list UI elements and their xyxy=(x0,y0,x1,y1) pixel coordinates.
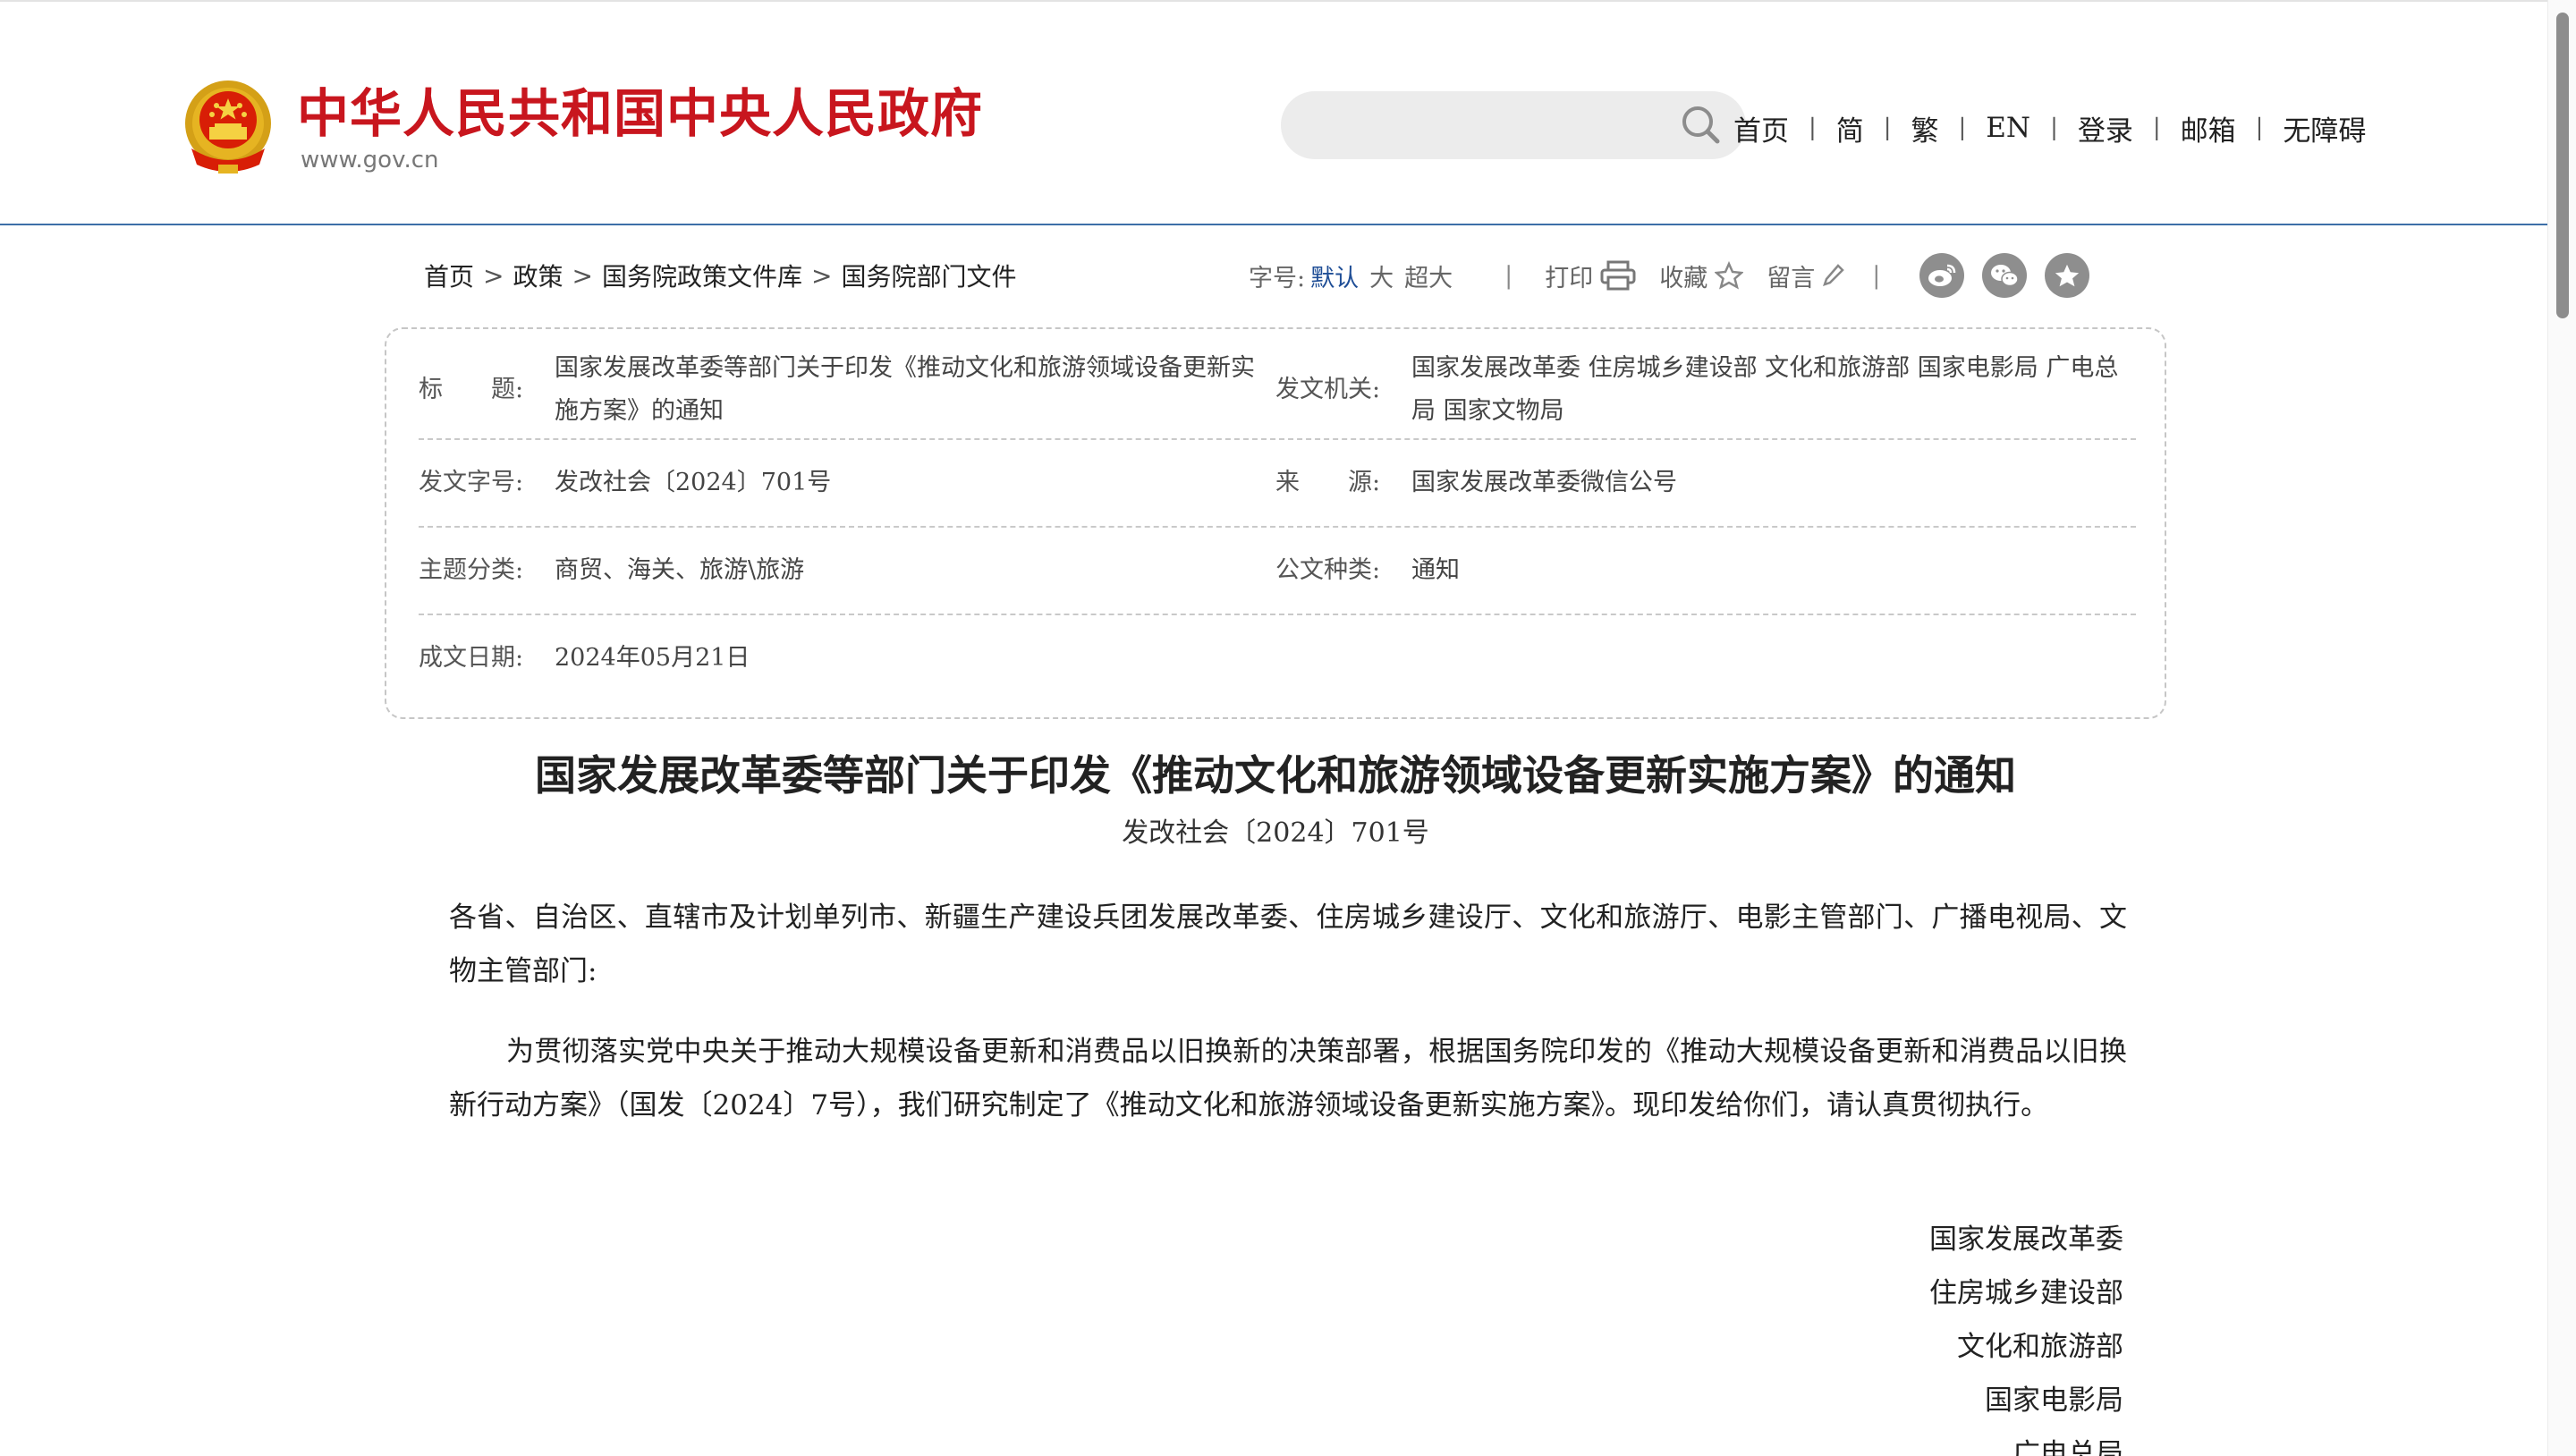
favorite-label: 收藏 xyxy=(1659,264,1708,292)
docno-value: 发改社会〔2024〕701号 xyxy=(555,469,832,496)
nav-separator: | xyxy=(1809,114,1817,141)
wechat-share-button[interactable] xyxy=(1982,253,2028,298)
font-size-xlarge-button[interactable]: 超大 xyxy=(1404,258,1453,293)
weibo-icon xyxy=(1928,264,1956,286)
issuer-label: 发文机关: xyxy=(1275,376,1381,403)
breadcrumb-separator: > xyxy=(572,260,593,291)
nav-english[interactable]: EN xyxy=(1984,112,2032,144)
type-value: 通知 xyxy=(1411,556,1460,584)
type-label: 公文种类: xyxy=(1275,556,1381,584)
nav-login[interactable]: 登录 xyxy=(2076,108,2135,148)
source-label: 来 源: xyxy=(1275,469,1381,496)
info-row-docno-source: 发文字号: 发改社会〔2024〕701号 来 源: 国家发展改革委微信公号 xyxy=(419,440,2136,528)
font-size-default-button[interactable]: 默认 xyxy=(1310,258,1359,293)
scrollbar[interactable] xyxy=(2547,0,2576,1456)
site-header: 中华人民共和国中央人民政府 www.gov.cn 首页 | 简 | 繁 | EN… xyxy=(0,0,2547,225)
article-title: 国家发展改革委等部门关于印发《推动文化和旅游领域设备更新实施方案》的通知 xyxy=(535,751,2016,800)
nav-separator: | xyxy=(2050,114,2058,141)
info-row-date: 成文日期: 2024年05月21日 xyxy=(419,615,2136,703)
national-emblem-icon[interactable] xyxy=(182,79,274,175)
nav-traditional[interactable]: 繁 xyxy=(1910,108,1941,148)
issuer-value: 国家发展改革委 住房城乡建设部 文化和旅游部 国家电影局 广电总局 国家文物局 xyxy=(1411,354,2119,425)
share-buttons xyxy=(1919,253,2107,298)
scrollbar-thumb[interactable] xyxy=(2556,13,2569,318)
nav-simplified[interactable]: 简 xyxy=(1835,108,1866,148)
signatory: 住房城乡建设部 xyxy=(1929,1277,2123,1309)
comment-label: 留言 xyxy=(1767,264,1816,292)
pencil-icon xyxy=(1823,264,1844,286)
docno-label: 发文字号: xyxy=(419,469,524,496)
topic-label: 主题分类: xyxy=(419,556,524,584)
source-value: 国家发展改革委微信公号 xyxy=(1411,469,1677,496)
breadcrumb-policy-library[interactable]: 国务院政策文件库 xyxy=(602,258,802,293)
print-button[interactable]: 打印 xyxy=(1545,258,1636,293)
comment-button[interactable]: 留言 xyxy=(1767,258,1845,293)
nav-mail[interactable]: 邮箱 xyxy=(2179,108,2238,148)
topic-value: 商贸、海关、旅游\旅游 xyxy=(555,556,805,584)
toolbar-separator: | xyxy=(1872,261,1881,290)
nav-separator: | xyxy=(2255,114,2264,141)
breadcrumb-home[interactable]: 首页 xyxy=(424,258,474,293)
title-label: 标 题: xyxy=(419,376,524,403)
font-size-label: 字号: xyxy=(1249,264,1306,292)
favorite-button[interactable]: 收藏 xyxy=(1659,258,1744,293)
site-title[interactable]: 中华人民共和国中央人民政府 xyxy=(297,82,983,145)
date-label: 成文日期: xyxy=(419,644,524,672)
info-row-title-issuer: 标 题: 国家发展改革委等部门关于印发《推动文化和旅游领域设备更新实施方案》的通… xyxy=(419,345,2136,440)
article-doc-number: 发改社会〔2024〕701号 xyxy=(1122,817,1429,849)
nav-separator: | xyxy=(1958,114,1967,141)
print-label: 打印 xyxy=(1545,264,1594,292)
article-toolbar: 字号: 默认 大 超大 | 打印 收藏 留言 | xyxy=(1249,253,2107,298)
star-icon xyxy=(1715,261,1744,290)
signatory: 文化和旅游部 xyxy=(1957,1331,2123,1363)
breadcrumb-policy[interactable]: 政策 xyxy=(513,258,563,293)
signatory: 国家发展改革委 xyxy=(1929,1223,2123,1256)
collect-icon xyxy=(2055,264,2080,287)
info-row-topic-type: 主题分类: 商贸、海关、旅游\旅游 公文种类: 通知 xyxy=(419,528,2136,615)
breadcrumb-separator: > xyxy=(483,260,504,291)
signatory: 广电总局 xyxy=(2012,1438,2123,1456)
nav-accessibility[interactable]: 无障碍 xyxy=(2281,108,2368,148)
nav-separator: | xyxy=(2152,114,2161,141)
font-size-large-button[interactable]: 大 xyxy=(1369,258,1394,293)
signatory: 国家电影局 xyxy=(1985,1384,2123,1417)
title-value: 国家发展改革委等部门关于印发《推动文化和旅游领域设备更新实施方案》的通知 xyxy=(555,354,1255,425)
article-salutation: 各省、自治区、直辖市及计划单列市、新疆生产建设兵团发展改革委、住房城乡建设厅、文… xyxy=(449,902,2127,987)
article-body-paragraph: 为贯彻落实党中央关于推动大规模设备更新和消费品以旧换新的决策部署，根据国务院印发… xyxy=(449,1036,2127,1122)
toolbar-separator: | xyxy=(1504,261,1513,290)
breadcrumb-separator: > xyxy=(810,260,833,291)
nav-separator: | xyxy=(1883,114,1892,141)
breadcrumb: 首页 > 政策 > 国务院政策文件库 > 国务院部门文件 xyxy=(424,258,1016,293)
search-icon[interactable] xyxy=(1674,100,1728,150)
top-divider xyxy=(0,0,2547,2)
date-value: 2024年05月21日 xyxy=(555,644,750,672)
printer-icon xyxy=(1600,260,1636,291)
site-url[interactable]: www.gov.cn xyxy=(301,147,439,174)
nav-home[interactable]: 首页 xyxy=(1732,108,1791,148)
top-nav: 首页 | 简 | 繁 | EN | 登录 | 邮箱 | 无障碍 xyxy=(1732,106,2368,150)
collect-share-button[interactable] xyxy=(2045,253,2090,298)
wechat-icon xyxy=(1991,265,2020,287)
breadcrumb-department-docs[interactable]: 国务院部门文件 xyxy=(841,258,1016,293)
document-info-table: 标 题: 国家发展改革委等部门关于印发《推动文化和旅游领域设备更新实施方案》的通… xyxy=(385,327,2166,719)
weibo-share-button[interactable] xyxy=(1919,253,1965,298)
